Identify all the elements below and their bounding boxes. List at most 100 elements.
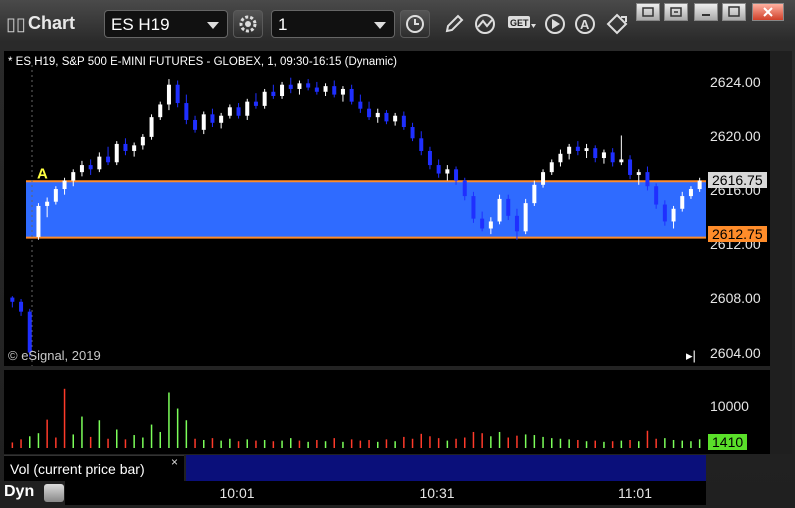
candle-body (549, 162, 554, 173)
price-pane[interactable]: A (4, 51, 706, 366)
play-button[interactable] (541, 10, 569, 38)
volume-axis[interactable]: 10000 1410 (706, 370, 770, 454)
clock-icon (406, 15, 424, 33)
candle-body (506, 198, 511, 216)
chevron-down-icon[interactable] (374, 22, 386, 29)
symbol-value: ES H19 (111, 15, 170, 34)
candle-body (114, 143, 119, 163)
candle-body (314, 87, 319, 92)
symbol-field[interactable]: ES H19 (104, 10, 228, 38)
candle-body (610, 152, 615, 163)
candle-body (184, 103, 189, 120)
scroll-to-end-icon[interactable]: ▸| (686, 348, 696, 364)
candle-body (654, 186, 659, 205)
candle-body (132, 145, 137, 151)
pin-button[interactable] (664, 3, 688, 21)
candle-body (688, 189, 693, 197)
remove-study-button[interactable]: × (171, 455, 178, 469)
svg-text:A: A (580, 17, 590, 32)
chart-line-icon (475, 14, 495, 34)
candle-body (175, 84, 180, 104)
candle-body (219, 115, 224, 123)
chart-header: * ES H19, S&P 500 E-MINI FUTURES - GLOBE… (8, 56, 398, 68)
price-axis[interactable]: 2624.00 2620.00 2616.00 2612.00 2608.00 … (706, 51, 770, 366)
drag-grip-icon[interactable]: ▯▯ (6, 14, 26, 34)
studies-button[interactable] (472, 10, 500, 38)
candle-body (323, 86, 328, 92)
price-tick: 2620.00 (710, 128, 761, 144)
get-button[interactable]: GET (505, 10, 539, 38)
volume-pane[interactable] (4, 370, 706, 454)
candle-body (79, 165, 84, 173)
candle-body (236, 107, 241, 116)
chevron-down-icon[interactable] (207, 22, 219, 29)
dynamic-mode-label[interactable]: Dyn (4, 483, 34, 501)
level-price-tag: 2612.75 (708, 226, 767, 242)
candle-body (401, 115, 406, 128)
vertical-scrollbar[interactable] (770, 51, 792, 454)
candle-body (645, 172, 650, 187)
candle-body (584, 148, 589, 151)
candle-body (436, 165, 441, 174)
gear-icon (239, 15, 257, 33)
volume-tick: 10000 (710, 398, 749, 414)
restore-icon (642, 7, 654, 17)
candle-body (349, 88, 354, 102)
candle-body (19, 301, 24, 312)
candle-body (140, 136, 145, 146)
candle-body (671, 208, 676, 222)
time-tick: 10:31 (419, 485, 455, 501)
volume-chart (11, 388, 701, 448)
draw-button[interactable] (440, 10, 468, 38)
candle-body (62, 180, 67, 190)
candle-body (245, 101, 250, 116)
candle-body (384, 112, 389, 122)
minimize-icon (702, 14, 710, 16)
price-tick: 2604.00 (710, 345, 761, 361)
maximize-button[interactable] (722, 3, 746, 21)
candle-body (158, 104, 163, 118)
candle-body (532, 184, 537, 204)
price-chart: A (10, 65, 706, 366)
candle-body (523, 203, 528, 232)
candle-body (497, 198, 502, 222)
candle-body (462, 180, 467, 197)
candle-body (288, 84, 293, 89)
diamond-link-icon (606, 13, 628, 35)
candle-body (149, 117, 154, 137)
alert-button[interactable]: A (572, 10, 600, 38)
candle-body (480, 218, 485, 229)
time-button[interactable] (400, 10, 430, 38)
candle-body (445, 169, 450, 174)
candle-body (541, 172, 546, 185)
time-tick: 10:01 (219, 485, 255, 501)
link-button[interactable] (604, 10, 632, 38)
candle-body (454, 169, 459, 181)
restore-button[interactable] (636, 3, 660, 21)
close-icon (763, 7, 773, 17)
settings-button[interactable] (233, 10, 263, 38)
price-tick: 2624.00 (710, 74, 761, 90)
window-link-icon (670, 7, 682, 17)
candle-body (332, 86, 337, 95)
lock-icon[interactable] (44, 484, 64, 502)
candle-body (227, 107, 232, 116)
interval-field[interactable]: 1 (271, 10, 395, 38)
price-zone-band (26, 181, 706, 238)
candle-body (106, 156, 111, 163)
candle-body (636, 172, 641, 175)
copyright-text: © eSignal, 2019 (8, 348, 101, 363)
minimize-button[interactable] (694, 3, 718, 21)
candle-body (358, 101, 363, 109)
candle-body (567, 146, 572, 154)
candle-body (680, 196, 685, 209)
candle-body (306, 83, 311, 88)
close-button[interactable] (752, 3, 784, 21)
candle-body (393, 115, 398, 122)
time-axis[interactable]: 10:01 10:31 11:01 (65, 481, 706, 505)
candle-body (375, 112, 380, 118)
candle-body (97, 156, 102, 170)
candle-body (662, 204, 667, 222)
candle-body (427, 150, 432, 166)
candle-body (514, 215, 519, 232)
